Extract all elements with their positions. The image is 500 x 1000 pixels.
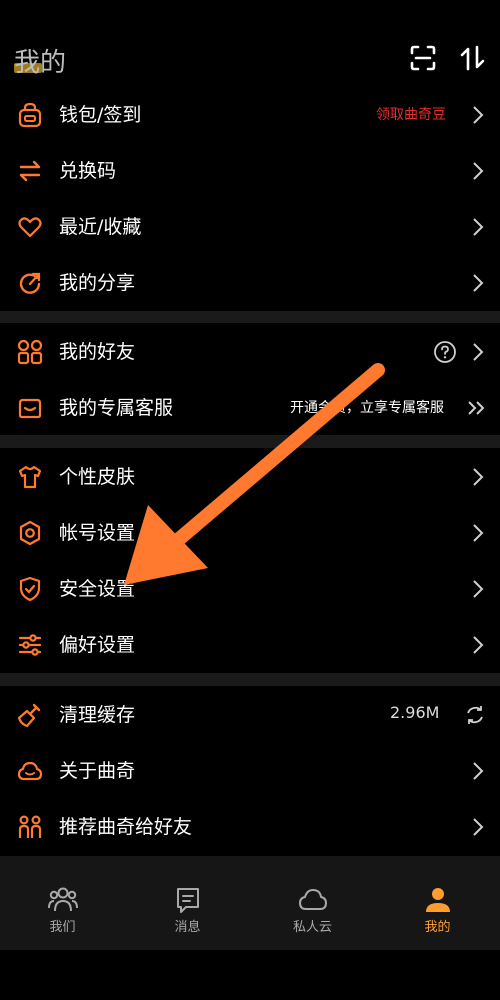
menu-item-wallet[interactable]: 钱包/签到 领取曲奇豆: [0, 87, 500, 143]
help-icon[interactable]: [433, 340, 457, 364]
chevron-right-icon: [473, 106, 484, 124]
chevron-right-icon: [473, 524, 484, 542]
menu-item-label: 帐号设置: [59, 522, 136, 544]
chevron-right-icon: [473, 218, 484, 236]
menu-item-account-settings[interactable]: 帐号设置: [0, 505, 500, 561]
menu-group-account: 钱包/签到 领取曲奇豆 兑换码 最近/收藏 我的分享: [0, 87, 500, 311]
menu-item-label: 偏好设置: [59, 634, 136, 656]
double-chevron-right-icon: [468, 401, 485, 415]
menu-item-label: 我的分享: [59, 272, 136, 294]
promo-text: 领取曲奇豆: [376, 107, 446, 123]
gear-icon: [19, 520, 41, 546]
menu-item-label: 清理缓存: [59, 704, 136, 726]
menu-item-security-settings[interactable]: 安全设置: [0, 561, 500, 617]
header: 我的: [0, 0, 500, 90]
cloud-icon: [17, 761, 43, 781]
menu-item-redeem[interactable]: 兑换码: [0, 143, 500, 199]
tab-me[interactable]: 我的: [375, 856, 500, 950]
chevron-right-icon: [473, 468, 484, 486]
wallet-icon: [18, 102, 42, 128]
tab-label: 消息: [174, 920, 201, 935]
bottom-tab-bar: 我们 消息 私人云 我的: [0, 856, 500, 950]
customer-service-icon: [18, 398, 42, 419]
people-icon: [18, 815, 42, 838]
menu-item-about[interactable]: 关于曲奇: [0, 743, 500, 799]
tab-label: 我的: [424, 920, 451, 935]
menu-item-clear-cache[interactable]: 清理缓存 2.96M: [0, 687, 500, 743]
menu-item-friends[interactable]: 我的好友: [0, 324, 500, 380]
friends-icon: [17, 339, 43, 365]
message-icon: [177, 888, 199, 913]
menu-item-label: 兑换码: [59, 160, 117, 182]
chevron-right-icon: [473, 162, 484, 180]
vip-promo-text: 开通会员，立享专属客服: [290, 400, 444, 416]
cloud-icon: [299, 889, 327, 910]
chevron-right-icon: [473, 636, 484, 654]
shirt-icon: [18, 465, 42, 489]
chevron-right-icon: [473, 274, 484, 292]
menu-item-label: 钱包/签到: [59, 104, 142, 126]
menu-item-label: 我的好友: [59, 341, 136, 363]
tab-messages[interactable]: 消息: [125, 856, 250, 950]
menu-group-settings: 个性皮肤 帐号设置 安全设置 偏好设置: [0, 449, 500, 673]
tab-label: 我们: [49, 920, 76, 935]
tab-we[interactable]: 我们: [0, 856, 125, 950]
menu-item-recent[interactable]: 最近/收藏: [0, 199, 500, 255]
chevron-right-icon: [473, 343, 484, 361]
share-icon: [19, 272, 41, 294]
chevron-right-icon: [473, 762, 484, 780]
menu-item-label: 关于曲奇: [59, 760, 136, 782]
section-divider: [0, 435, 500, 448]
menu-item-label: 我的专属客服: [59, 397, 174, 419]
broom-icon: [17, 703, 41, 728]
exchange-icon: [19, 160, 41, 182]
menu-group-social: 我的好友 我的专属客服 开通会员，立享专属客服: [0, 324, 500, 436]
tab-private-cloud[interactable]: 私人云: [250, 856, 375, 950]
chevron-right-icon: [473, 818, 484, 836]
menu-item-recommend[interactable]: 推荐曲奇给好友: [0, 799, 500, 855]
sort-icon[interactable]: [458, 43, 488, 73]
menu-item-label: 个性皮肤: [59, 466, 136, 488]
menu-group-app: 清理缓存 2.96M 关于曲奇 推荐曲奇给好友: [0, 687, 500, 855]
shield-icon: [19, 576, 41, 602]
menu-item-label: 推荐曲奇给好友: [59, 816, 193, 838]
sliders-icon: [18, 634, 42, 656]
tab-label: 私人云: [292, 920, 332, 935]
menu-item-share[interactable]: 我的分享: [0, 255, 500, 311]
page-title: 我的: [14, 48, 67, 78]
menu-item-preferences[interactable]: 偏好设置: [0, 617, 500, 673]
menu-item-customer-service[interactable]: 我的专属客服 开通会员，立享专属客服: [0, 380, 500, 436]
chevron-right-icon: [473, 580, 484, 598]
menu-item-label: 安全设置: [59, 578, 136, 600]
refresh-icon: [467, 706, 483, 724]
user-icon: [426, 888, 450, 912]
menu-item-skin[interactable]: 个性皮肤: [0, 449, 500, 505]
menu-item-label: 最近/收藏: [59, 216, 142, 238]
heart-icon: [18, 217, 42, 238]
group-icon: [48, 887, 78, 912]
section-divider: [0, 673, 500, 686]
scan-icon[interactable]: [408, 43, 438, 73]
section-divider: [0, 311, 500, 323]
cache-size: 2.96M: [390, 703, 440, 722]
